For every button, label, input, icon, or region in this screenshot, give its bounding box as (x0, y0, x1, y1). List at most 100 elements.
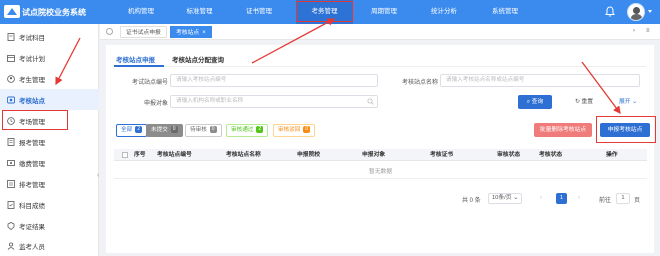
select-all-checkbox[interactable] (122, 152, 128, 158)
nav-annotation-box (296, 1, 353, 22)
user-icon (6, 74, 15, 83)
tab-cert-pilot[interactable]: 证书试点申报 (120, 26, 167, 38)
page-number-current[interactable]: 1 (556, 193, 567, 204)
chevron-right-icon[interactable]: › (633, 28, 635, 34)
sidebar-item-payment[interactable]: 缴费管理 (0, 152, 99, 173)
col-certificate: 考核证书 (430, 152, 454, 158)
sidebar-item-label: 排考管理 (19, 181, 45, 189)
prev-page-icon[interactable]: ‹ (540, 195, 542, 201)
page-size-select[interactable]: 10条/页 ⌄ (488, 193, 522, 204)
reset-button-label: 重置 (581, 99, 594, 105)
chevron-down-icon: ⌄ (511, 195, 519, 201)
form-icon (6, 137, 15, 146)
sidebar-item-candidates[interactable]: 考生管理 (0, 68, 99, 89)
goto-prefix: 前往 (599, 198, 612, 204)
goto-page-input[interactable]: 1 (616, 193, 630, 204)
chevron-down-icon[interactable] (648, 10, 652, 13)
col-review-status: 审核状态 (497, 152, 521, 158)
sidebar-item-cert-results[interactable]: 考证结果 (0, 215, 99, 236)
tab-label: 考核站点 (176, 30, 200, 36)
close-icon[interactable]: × (202, 30, 206, 36)
sidebar-item-label: 考核站点 (19, 97, 45, 105)
home-icon[interactable] (106, 28, 113, 35)
chip-label: 待审核 (190, 127, 207, 133)
batch-delete-button[interactable]: 批量删除考核站点 (534, 123, 592, 137)
subtab-site-allocation[interactable]: 考核站点分配查询 (172, 54, 224, 64)
org-code-input[interactable]: 请输入考核站点编号 (170, 74, 378, 87)
col-index: 序号 (134, 152, 146, 158)
money-icon (6, 158, 15, 167)
nav-item-cycle[interactable]: 周期管理 (356, 0, 412, 24)
score-icon (6, 200, 15, 209)
result-icon (6, 221, 15, 230)
nav-item-system[interactable]: 系统管理 (476, 0, 534, 24)
goto-suffix: 页 (634, 198, 641, 204)
menu-icon[interactable]: ≡ (646, 28, 650, 34)
sidebar-item-scheduling[interactable]: 排考管理 (0, 173, 99, 194)
col-actions: 操作 (606, 152, 618, 158)
expand-button-label: 展开 (618, 99, 631, 105)
chip-count: 0 (209, 126, 217, 134)
nav-item-org[interactable]: 机构管理 (112, 0, 170, 24)
site-icon (6, 95, 15, 104)
filter-chip-approved[interactable]: 审核通过 2 (226, 124, 269, 137)
schedule-icon (6, 179, 15, 188)
table-bottom-border (114, 178, 647, 179)
sidebar-item-exam-plan[interactable]: 考试计划 (0, 47, 99, 68)
chip-label: 未提交 (151, 127, 168, 133)
search-button[interactable]: ⌕ 查询 (518, 95, 552, 109)
col-applicant: 申报对象 (362, 152, 386, 158)
nav-item-standard[interactable]: 标准管理 (172, 0, 227, 24)
user-avatar[interactable] (627, 3, 645, 21)
sidebar-item-label: 报考管理 (19, 139, 45, 147)
subtab-site-application[interactable]: 考核站点申报 (116, 54, 155, 64)
chip-label: 全部 (121, 127, 133, 133)
filter-chip-unsubmitted[interactable]: 未提交 0 (146, 124, 183, 137)
search-button-label: 查询 (531, 99, 544, 105)
sidebar-item-exam-sites[interactable]: 考核站点 (0, 89, 99, 110)
sidebar-item-label: 考试计划 (19, 55, 45, 63)
site-name-input[interactable]: 请输入考核站点名称或站点编号 (440, 74, 640, 87)
sidebar-annotation-box (2, 110, 68, 130)
col-site-name: 考核站点名称 (226, 152, 261, 158)
nav-item-statistics[interactable]: 统计分析 (415, 0, 473, 24)
applicant-placeholder: 请输入机构名称或职业名称 (176, 98, 244, 104)
tab-exam-sites[interactable]: 考核站点 × (170, 26, 212, 38)
bell-icon[interactable] (605, 6, 615, 17)
chevron-down-icon: ⌄ (630, 99, 638, 105)
new-site-annotation-box (596, 116, 656, 143)
chip-label: 审核驳回 (278, 127, 301, 133)
sidebar-item-label: 考生管理 (19, 76, 45, 84)
chip-count: 2 (256, 126, 264, 134)
col-exam-status: 考核状态 (539, 152, 563, 158)
reset-button[interactable]: ↻ 重置 (570, 95, 598, 109)
org-code-label: 考试站点编号 (131, 80, 168, 86)
sidebar-item-exam-subjects[interactable]: 考试科目 (0, 26, 99, 47)
chip-count: 0 (170, 126, 178, 134)
sidebar-item-registration[interactable]: 报考管理 (0, 131, 99, 152)
filter-chip-pending[interactable]: 待审核 0 (185, 124, 222, 137)
main-panel: 考核站点申报 考核站点分配查询 考试站点编号 请输入考核站点编号 考核站点名称 … (106, 45, 654, 253)
search-icon[interactable] (367, 98, 374, 105)
book-icon (6, 32, 15, 41)
chip-count: 0 (303, 126, 311, 134)
chip-count: 2 (135, 126, 142, 134)
pagination-total: 共 0 条 (462, 198, 481, 204)
invigilator-icon (6, 241, 15, 250)
filter-chip-all[interactable]: 全部 2 (116, 124, 147, 137)
nav-item-certificate[interactable]: 证书管理 (230, 0, 288, 24)
applicant-input[interactable]: 请输入机构名称或职业名称 (170, 95, 378, 108)
sidebar-item-label: 考试科目 (19, 34, 45, 42)
site-name-label: 考核站点名称 (401, 80, 438, 86)
app-title: 试点院校业务系统 (22, 8, 86, 17)
sidebar-item-subject-scores[interactable]: 科目成绩 (0, 194, 99, 215)
next-page-icon[interactable]: › (578, 195, 580, 201)
expand-button[interactable]: 展开 ⌄ (616, 95, 640, 109)
sidebar-item-invigilators[interactable]: 监考人员 (0, 235, 99, 256)
app-logo-icon (4, 5, 20, 18)
chip-label: 审核通过 (231, 127, 254, 133)
filter-chip-rejected[interactable]: 审核驳回 0 (273, 124, 316, 137)
page-size-value: 10条/页 (491, 195, 512, 201)
sidebar-collapse-icon[interactable]: ‹ (97, 172, 99, 179)
subtab-active-indicator (114, 65, 164, 67)
